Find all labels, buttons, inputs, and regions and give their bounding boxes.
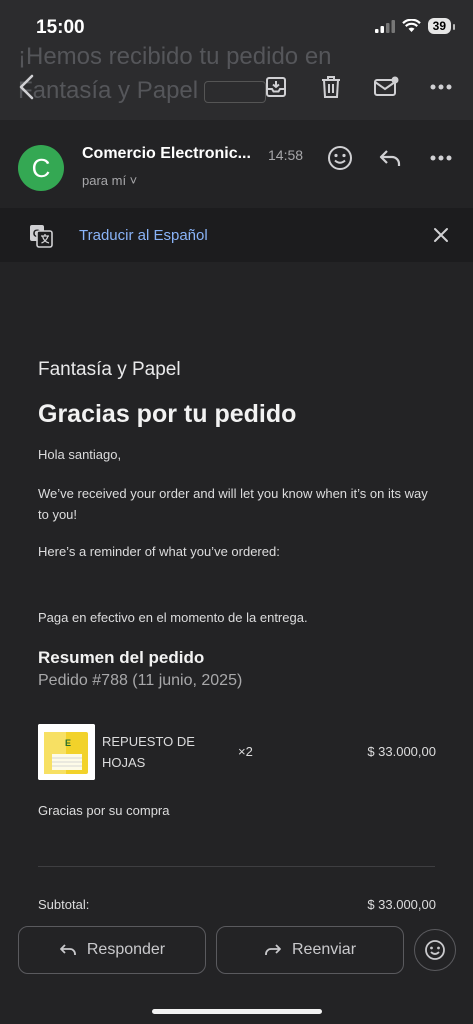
trash-icon bbox=[322, 76, 340, 98]
subtotal-value: $ 33.000,00 bbox=[367, 897, 436, 912]
close-icon bbox=[434, 228, 448, 242]
subtotal-label: Subtotal: bbox=[38, 897, 90, 912]
emoji-icon bbox=[425, 940, 445, 960]
status-icons: 39 bbox=[374, 18, 456, 34]
item-quantity: ×2 bbox=[238, 744, 253, 759]
close-translate-button[interactable] bbox=[424, 218, 458, 252]
forward-icon bbox=[265, 944, 281, 955]
sender-name[interactable]: Comercio Electronic... bbox=[82, 145, 251, 163]
archive-button[interactable] bbox=[259, 70, 293, 104]
back-button[interactable] bbox=[10, 70, 44, 104]
more-horizontal-icon bbox=[430, 155, 452, 161]
order-reference: Pedido #788 (11 junio, 2025) bbox=[38, 672, 243, 689]
reply-label: Responder bbox=[86, 941, 166, 958]
mark-unread-button[interactable] bbox=[369, 70, 403, 104]
reply-button[interactable]: Responder bbox=[18, 926, 206, 974]
svg-text:E: E bbox=[65, 738, 71, 748]
greeting: Hola santiago, bbox=[38, 447, 122, 462]
react-emoji-button[interactable] bbox=[323, 141, 357, 175]
archive-icon bbox=[266, 77, 286, 97]
order-summary-title: Resumen del pedido bbox=[38, 648, 205, 667]
recipient-details[interactable]: para mí ˅ bbox=[82, 173, 137, 188]
thanks-text: Gracias por su compra bbox=[38, 803, 170, 818]
item-price: $ 33.000,00 bbox=[367, 744, 436, 759]
emoji-icon bbox=[328, 146, 352, 170]
delete-button[interactable] bbox=[314, 70, 348, 104]
forward-label: Reenviar bbox=[291, 941, 357, 958]
signal-icon bbox=[374, 19, 395, 33]
status-time: 15:00 bbox=[36, 17, 85, 38]
reply-icon bbox=[59, 944, 76, 955]
message-time: 14:58 bbox=[268, 147, 304, 163]
email-heading: Gracias por tu pedido bbox=[38, 400, 297, 428]
mail-unread-icon bbox=[374, 76, 399, 96]
home-indicator[interactable] bbox=[152, 1009, 322, 1014]
reply-icon-button[interactable] bbox=[373, 141, 407, 175]
more-options-button[interactable] bbox=[424, 70, 458, 104]
divider bbox=[38, 866, 435, 867]
reminder-text: Here’s a reminder of what you’ve ordered… bbox=[38, 544, 280, 559]
sender-avatar[interactable]: C bbox=[18, 145, 64, 191]
more-horizontal-icon bbox=[430, 84, 452, 90]
reply-icon bbox=[379, 150, 401, 166]
payment-note: Paga en efectivo en el momento de la ent… bbox=[38, 610, 308, 625]
item-name: REPUESTO DE HOJAS bbox=[102, 734, 195, 770]
store-name: Fantasía y Papel bbox=[38, 359, 181, 380]
translate-banner bbox=[0, 208, 473, 262]
message-more-button[interactable] bbox=[424, 141, 458, 175]
translate-link[interactable]: Traducir al Español bbox=[79, 227, 208, 244]
intro-paragraph: We’ve received your order and will let y… bbox=[38, 486, 428, 522]
back-arrow-icon bbox=[19, 74, 34, 100]
wifi-icon bbox=[401, 19, 421, 32]
emoji-reaction-button[interactable] bbox=[414, 929, 456, 971]
forward-button[interactable]: Reenviar bbox=[216, 926, 404, 974]
battery-indicator: 39 bbox=[427, 18, 456, 34]
product-thumbnail: E bbox=[38, 724, 95, 780]
translate-icon: G bbox=[28, 223, 54, 254]
